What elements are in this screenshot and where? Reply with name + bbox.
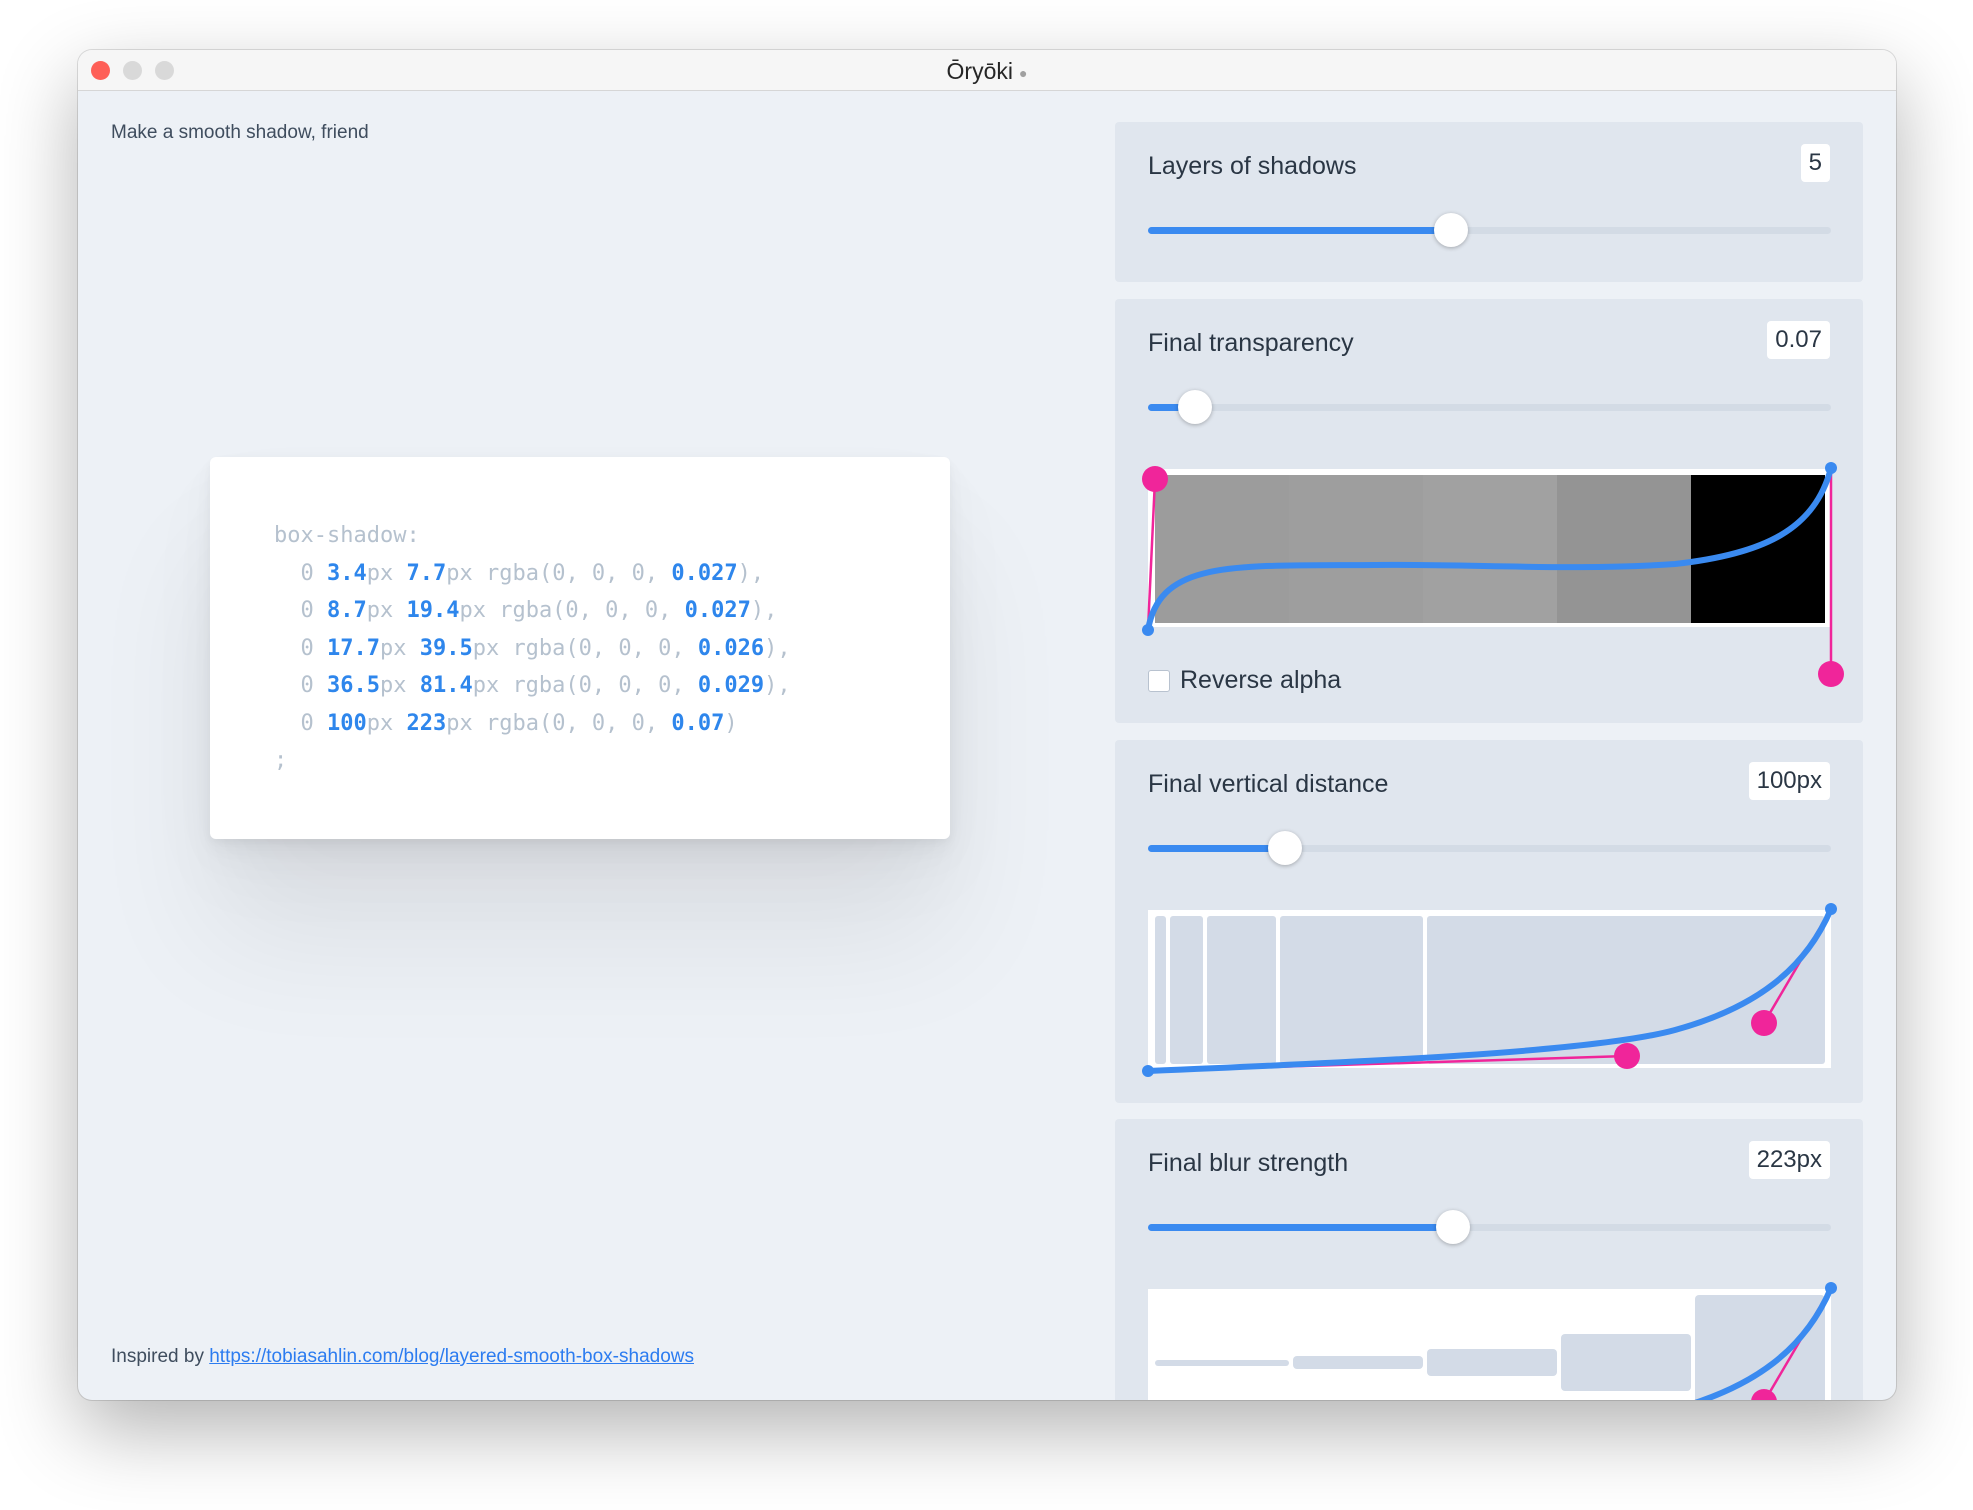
vertical-layer-bar-2 (1170, 916, 1203, 1064)
inspired-prefix: Inspired by (111, 1346, 204, 1367)
window-title-text: Ōryōki (946, 58, 1013, 84)
layers-value[interactable]: 5 (1800, 144, 1830, 182)
alpha-swatch-2 (1289, 475, 1423, 623)
alpha-start-handle[interactable] (1142, 466, 1168, 492)
reverse-alpha-label: Reverse alpha (1180, 666, 1342, 694)
reverse-alpha-checkbox[interactable] (1148, 669, 1170, 692)
layers-slider[interactable] (1148, 213, 1831, 247)
blur-curve-editor[interactable] (1115, 1119, 1863, 1400)
vertical-curve-end-point[interactable] (1825, 903, 1837, 915)
title-bar: Ōryōki ● (78, 50, 1896, 91)
layers-panel: Layers of shadows 5 (1115, 122, 1863, 282)
vertical-distance-panel: Final vertical distance 100px (1115, 740, 1863, 1103)
inspired-by: Inspired by https://tobiasahlin.com/blog… (111, 1346, 694, 1368)
layers-label: Layers of shadows (1148, 152, 1357, 180)
code-property: box-shadow: (274, 523, 420, 548)
code-line: 0 17.7px 39.5px rgba(0, 0, 0, 0.026), (274, 635, 791, 661)
alpha-swatch-4 (1557, 475, 1691, 623)
alpha-end-handle[interactable] (1818, 661, 1844, 687)
blur-strength-panel: Final blur strength 223px (1115, 1119, 1863, 1400)
tagline: Make a smooth shadow, friend (111, 122, 369, 143)
css-code-block: box-shadow: 0 3.4px 7.7px rgba(0, 0, 0, … (274, 517, 791, 780)
vertical-curve-start-point[interactable] (1142, 1065, 1154, 1077)
code-line: 0 36.5px 81.4px rgba(0, 0, 0, 0.029), (274, 673, 791, 698)
alpha-curve-start-point[interactable] (1142, 624, 1154, 636)
blur-layer-bar-5 (1695, 1295, 1825, 1400)
alpha-swatch-1 (1155, 475, 1289, 623)
vertical-end-handle[interactable] (1751, 1010, 1777, 1036)
transparency-panel: Final transparency 0.07 Reverse alpha (1115, 299, 1863, 723)
code-preview-card: box-shadow: 0 3.4px 7.7px rgba(0, 0, 0, … (210, 457, 950, 839)
vertical-layer-bar-4 (1280, 916, 1423, 1064)
vertical-start-handle[interactable] (1614, 1043, 1640, 1069)
inspired-link[interactable]: https://tobiasahlin.com/blog/layered-smo… (209, 1346, 694, 1367)
reverse-alpha-row[interactable]: Reverse alpha (1148, 666, 1341, 695)
edited-dot-icon: ● (1018, 64, 1028, 81)
app-window: Ōryōki ● Make a smooth shadow, friend box… (78, 50, 1896, 1400)
layers-slider-thumb[interactable] (1434, 213, 1469, 247)
blur-layer-bar-4 (1561, 1334, 1691, 1391)
vertical-layer-bar-1 (1155, 916, 1166, 1064)
code-terminator: ; (274, 748, 288, 773)
blur-curve-end-point[interactable] (1825, 1282, 1837, 1294)
code-line: 0 8.7px 19.4px rgba(0, 0, 0, 0.027), (274, 598, 778, 623)
code-line: 0 3.4px 7.7px rgba(0, 0, 0, 0.027), (274, 560, 765, 586)
code-line: 0 100px 223px rgba(0, 0, 0, 0.07) (274, 710, 738, 736)
alpha-curve-editor[interactable] (1115, 299, 1863, 723)
blur-layer-bar-3 (1427, 1349, 1557, 1376)
alpha-swatch-3 (1423, 475, 1557, 623)
vertical-curve-editor[interactable] (1115, 740, 1863, 1103)
window-title: Ōryōki ● (78, 58, 1896, 85)
blur-layer-bar-1 (1155, 1360, 1289, 1366)
blur-layer-bar-2 (1293, 1356, 1423, 1369)
vertical-layer-bar-3 (1207, 916, 1276, 1064)
alpha-curve-end-point[interactable] (1825, 462, 1837, 474)
